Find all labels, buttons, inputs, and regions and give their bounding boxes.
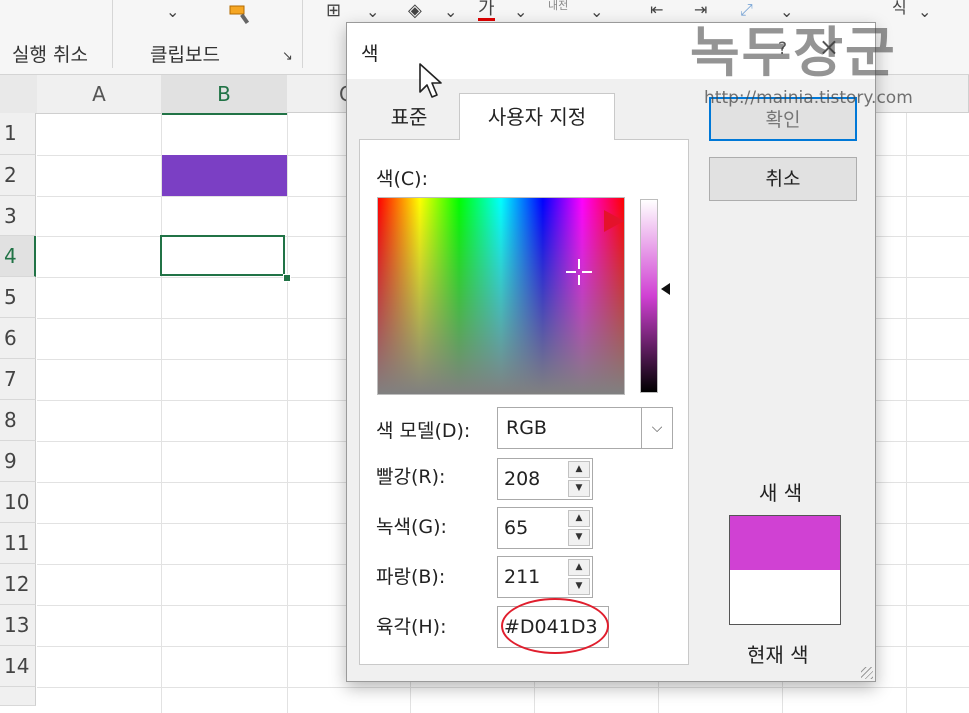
blue-label: 파랑(B): <box>376 566 446 588</box>
red-stepper[interactable]: 208 ▲ ▼ <box>497 458 593 500</box>
color-dialog: 색 ? × 표준 사용자 지정 색(C): 색 모델(D): RGB ⌵ 빨강(… <box>346 22 876 682</box>
crosshair-icon <box>566 259 592 285</box>
chevron-down-icon[interactable]: ⌄ <box>514 4 527 20</box>
red-label: 빨강(R): <box>376 466 446 488</box>
chevron-down-icon[interactable]: ⌄ <box>366 4 379 20</box>
tab-standard[interactable]: 표준 <box>361 95 457 139</box>
chevron-down-icon[interactable]: ⌵ <box>641 408 672 448</box>
chevron-down-icon[interactable]: ⌄ <box>444 4 457 20</box>
ribbon-separator <box>302 0 303 68</box>
spin-down-icon[interactable]: ▼ <box>568 578 590 595</box>
row-header-14[interactable]: 14 <box>0 646 36 687</box>
row-header-8[interactable]: 8 <box>0 400 36 441</box>
row-header-9[interactable]: 9 <box>0 441 36 482</box>
orientation-icon[interactable]: ⤢ <box>740 2 753 18</box>
row-header-2[interactable]: 2 <box>0 155 36 196</box>
row-header-10[interactable]: 10 <box>0 482 36 523</box>
cell-b2-filled[interactable] <box>162 155 287 196</box>
gridline <box>906 113 907 713</box>
undo-group-label: 실행 취소 <box>12 44 88 66</box>
font-color-icon[interactable]: 가 <box>478 0 495 21</box>
current-color-swatch <box>730 570 840 624</box>
fill-handle[interactable] <box>283 274 291 282</box>
dialog-launcher-icon[interactable]: ↘ <box>282 50 293 63</box>
resize-grip-icon[interactable] <box>861 667 873 679</box>
chevron-down-icon[interactable]: ⌄ <box>918 4 931 20</box>
font-partial-label: 내전 <box>548 0 569 12</box>
row-header-3[interactable]: 3 <box>0 196 36 236</box>
new-color-label: 새 색 <box>759 481 803 505</box>
fill-color-icon[interactable]: ◈ <box>408 2 422 20</box>
row-header-4[interactable]: 4 <box>0 236 36 277</box>
hex-value[interactable]: #D041D3 <box>504 616 598 638</box>
ribbon-separator <box>112 0 113 68</box>
ok-button[interactable]: 확인 <box>709 97 857 141</box>
green-stepper[interactable]: 65 ▲ ▼ <box>497 507 593 549</box>
spin-up-icon[interactable]: ▲ <box>568 461 590 478</box>
row-header-6[interactable]: 6 <box>0 318 36 359</box>
border-icon[interactable]: ⊞ <box>326 2 341 20</box>
decrease-indent-icon[interactable]: ⇤ <box>650 2 663 18</box>
row-header-5[interactable]: 5 <box>0 277 36 318</box>
color-model-select[interactable]: RGB ⌵ <box>497 407 673 449</box>
annotation-arrow-icon <box>604 210 624 232</box>
new-color-swatch <box>730 516 840 570</box>
active-cell-b4[interactable] <box>160 235 285 276</box>
row-header-13[interactable]: 13 <box>0 605 36 646</box>
spin-up-icon[interactable]: ▲ <box>568 510 590 527</box>
green-label: 녹색(G): <box>376 516 447 538</box>
increase-indent-icon[interactable]: ⇥ <box>694 2 707 18</box>
row-header-7[interactable]: 7 <box>0 359 36 400</box>
row-header-11[interactable]: 11 <box>0 523 36 564</box>
luminance-slider[interactable] <box>640 199 658 393</box>
row-header-12[interactable]: 12 <box>0 564 36 605</box>
color-label: 색(C): <box>376 168 428 190</box>
color-spectrum-picker[interactable] <box>377 197 625 395</box>
blue-value[interactable]: 211 <box>504 566 540 588</box>
hex-label: 육각(H): <box>376 616 447 638</box>
gridline <box>161 113 162 713</box>
tab-custom[interactable]: 사용자 지정 <box>459 93 615 140</box>
spin-down-icon[interactable]: ▼ <box>568 480 590 497</box>
green-value[interactable]: 65 <box>504 517 528 539</box>
red-value[interactable]: 208 <box>504 468 540 490</box>
row-header-15[interactable] <box>0 687 36 706</box>
ribbon-partial-label: 식 <box>892 0 907 17</box>
chevron-down-icon[interactable]: ⌄ <box>590 4 603 20</box>
color-model-value: RGB <box>506 417 547 439</box>
cancel-button[interactable]: 취소 <box>709 157 857 201</box>
blue-stepper[interactable]: 211 ▲ ▼ <box>497 556 593 598</box>
dialog-title: 색 <box>361 43 379 65</box>
slider-handle-icon[interactable] <box>661 283 670 295</box>
color-preview <box>729 515 841 625</box>
current-color-label: 현재 색 <box>747 643 809 667</box>
chevron-down-icon[interactable]: ⌄ <box>780 4 793 20</box>
help-icon[interactable]: ? <box>778 39 787 59</box>
spin-up-icon[interactable]: ▲ <box>568 559 590 576</box>
custom-tab-panel: 색(C): 색 모델(D): RGB ⌵ 빨강(R): 208 ▲ ▼ 녹색(G… <box>359 139 689 665</box>
hex-input[interactable]: #D041D3 <box>497 606 609 648</box>
gridline <box>37 687 969 688</box>
clipboard-group-label: 클립보드 <box>150 44 220 66</box>
color-model-label: 색 모델(D): <box>376 420 471 442</box>
select-all-corner[interactable] <box>0 75 38 114</box>
column-header-a[interactable]: A <box>37 75 162 114</box>
spin-down-icon[interactable]: ▼ <box>568 529 590 546</box>
format-painter-icon[interactable] <box>226 2 254 29</box>
mouse-pointer-icon <box>419 63 442 98</box>
column-header-b[interactable]: B <box>161 75 288 115</box>
close-icon[interactable]: × <box>819 33 839 61</box>
gridline <box>287 113 288 713</box>
row-header-1[interactable]: 1 <box>0 113 36 155</box>
chevron-down-icon[interactable]: ⌄ <box>166 4 179 20</box>
